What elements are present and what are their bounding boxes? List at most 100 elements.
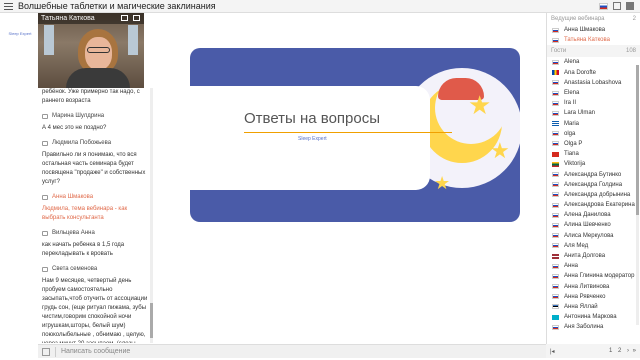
participant-name: Антонина Маркова: [564, 314, 617, 321]
participant-item[interactable]: Александра Бутинко: [547, 169, 640, 179]
participant-item[interactable]: Александра добрынина: [547, 190, 640, 200]
quote-icon[interactable]: [42, 231, 48, 236]
flag-icon: [552, 182, 559, 188]
window-mode-icon[interactable]: [613, 2, 621, 10]
participant-name: Ana Dorofte: [564, 69, 597, 76]
quote-icon[interactable]: [42, 195, 48, 200]
participants-pager: |◂ 1 2 › »: [546, 344, 640, 358]
participant-item[interactable]: Аня Заболина: [547, 322, 640, 332]
participant-item[interactable]: Anastasia Lobashova: [547, 78, 640, 88]
participant-item[interactable]: Алена Данилова: [547, 210, 640, 220]
webinar-title: Волшебные таблетки и магические заклинан…: [18, 1, 216, 11]
language-flag-icon[interactable]: [599, 2, 608, 10]
emoji-icon[interactable]: [42, 347, 50, 356]
flag-icon: [552, 243, 559, 249]
participant-item[interactable]: Elena: [547, 88, 640, 98]
participant-item[interactable]: Анна Глинина модератор: [547, 271, 640, 281]
participant-item[interactable]: Tiana: [547, 149, 640, 159]
participant-item[interactable]: Анна: [547, 261, 640, 271]
chat-author: Марина Шулдрина: [52, 113, 105, 119]
fullscreen-icon[interactable]: [626, 2, 634, 10]
participant-item[interactable]: Ana Dorofte: [547, 68, 640, 78]
participant-item[interactable]: Анна Литвинова: [547, 282, 640, 292]
flag-icon: [552, 263, 559, 269]
quote-icon[interactable]: [42, 141, 48, 146]
last-page-icon[interactable]: »: [633, 348, 636, 354]
participant-item[interactable]: Александрова Екатерина: [547, 200, 640, 210]
participants-scrollbar[interactable]: [636, 65, 639, 325]
flag-icon: [552, 141, 559, 147]
participant-item[interactable]: Alena: [547, 57, 640, 67]
participant-name: Viktorija: [564, 161, 586, 168]
chat-message: Анна Шмакова Людмила, тема вебинара - ка…: [38, 193, 156, 226]
participant-name: Анна Литвинова: [564, 283, 610, 290]
participant-item[interactable]: olga: [547, 129, 640, 139]
participants-scroll-thumb[interactable]: [636, 65, 639, 215]
participant-name: Anastasia Lobashova: [564, 79, 622, 86]
flag-icon: [552, 100, 559, 106]
participant-item[interactable]: Ira II: [547, 98, 640, 108]
slide-logo: Sleep Expert: [298, 136, 327, 142]
participant-name: Аня Заболина: [564, 324, 604, 331]
chat-message-text: Людмила, тема вебинара - как выбрать кон…: [42, 206, 128, 221]
message-input[interactable]: Написать сообщение: [61, 348, 130, 355]
window-background: [44, 25, 54, 55]
quote-icon[interactable]: [42, 114, 48, 119]
chat-scrollbar[interactable]: [150, 88, 153, 343]
expand-video-icon[interactable]: [121, 15, 128, 21]
participant-item[interactable]: Аля Мед: [547, 241, 640, 251]
participant-item[interactable]: Татьяна Каткова: [547, 35, 640, 45]
guests-count: 108: [625, 48, 636, 55]
participant-item[interactable]: Lara Ulman: [547, 108, 640, 118]
flag-icon: [552, 284, 559, 290]
participant-name: Lara Ulman: [564, 110, 596, 117]
participant-name: Александра добрынина: [564, 191, 631, 198]
participant-item[interactable]: Анна Яллай: [547, 302, 640, 312]
chat-panel: ребёнок. Уже примерно так надо, с раннег…: [38, 88, 156, 343]
participant-name: Анна Шмакова: [564, 27, 606, 34]
flag-icon: [552, 161, 559, 167]
close-video-icon[interactable]: [133, 15, 140, 21]
participant-item[interactable]: Алина Шевченко: [547, 220, 640, 230]
next-page-icon[interactable]: ›: [627, 348, 629, 354]
flag-icon: [552, 70, 559, 76]
flag-icon: [552, 253, 559, 259]
flag-icon: [552, 90, 559, 96]
page-2-link[interactable]: 2: [618, 348, 621, 354]
participant-item[interactable]: Maria: [547, 119, 640, 129]
flag-icon: [552, 121, 559, 127]
prev-page-icon[interactable]: |◂: [550, 348, 555, 355]
chat-message: Вильцева Анна как начать ребенка в 1,5 г…: [38, 229, 156, 262]
participant-item[interactable]: Viktorija: [547, 159, 640, 169]
host-video[interactable]: Татьяна Каткова: [38, 13, 144, 88]
flag-icon: [552, 172, 559, 178]
sleep-expert-logo: Sleep Expert: [8, 30, 32, 36]
hosts-label: Ведущие вебинара: [551, 16, 605, 22]
flag-icon: [552, 80, 559, 86]
participant-name: Александрова Екатерина: [564, 202, 635, 209]
participant-item[interactable]: Анна Шмакова: [547, 25, 640, 35]
participant-name: Анита Долгова: [564, 253, 606, 260]
quote-icon[interactable]: [42, 267, 48, 272]
page-1-link[interactable]: 1: [609, 348, 612, 354]
participant-item[interactable]: Антонина Маркова: [547, 312, 640, 322]
chat-message: Людмила Побожьева Правильно ли я понимаю…: [38, 139, 156, 190]
participant-item[interactable]: Анна Рявченко: [547, 292, 640, 302]
participant-name: Алина Шевченко: [564, 222, 611, 229]
chat-message-text: Правильно ли я понимаю, что вся остальна…: [42, 152, 146, 185]
chat-message: Марина Шулдрина А 4 мес это не поздно?: [38, 112, 156, 136]
chat-scroll-thumb[interactable]: [150, 303, 153, 338]
chat-message-text: ребёнок. Уже примерно так надо, с раннег…: [42, 89, 140, 104]
flag-icon: [552, 273, 559, 279]
flag-icon: [552, 233, 559, 239]
flag-icon: [552, 222, 559, 228]
participant-item[interactable]: Olga P: [547, 139, 640, 149]
chat-author: Вильцева Анна: [52, 230, 95, 236]
participant-item[interactable]: Анита Долгова: [547, 251, 640, 261]
flag-icon: [552, 192, 559, 198]
participant-name: Maria: [564, 120, 580, 127]
participant-item[interactable]: Александра Голдина: [547, 180, 640, 190]
participant-item[interactable]: Алиса Меркулова: [547, 231, 640, 241]
host-face: [85, 37, 112, 70]
menu-icon[interactable]: [4, 2, 13, 10]
